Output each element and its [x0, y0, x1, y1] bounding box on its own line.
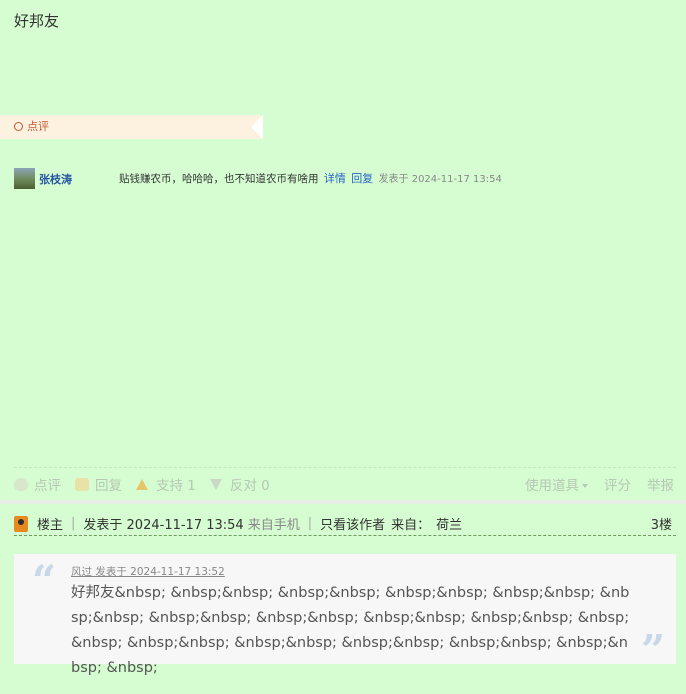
circle-icon [14, 122, 23, 131]
comment-section-title: 点评 [27, 120, 49, 133]
detail-link[interactable]: 详情 [324, 172, 346, 185]
origin-label: 来自： [391, 518, 431, 533]
divider [14, 467, 676, 468]
separator-pipe: | [307, 516, 313, 531]
comment-icon [14, 477, 28, 491]
comment-entry: 贴钱赚农币，哈哈哈，也不知道农币有啥用 详情 回复 发表于 2024-11-17… [119, 170, 502, 186]
only-author-link[interactable]: 只看该作者 [320, 514, 385, 533]
origin-value: 荷兰 [436, 518, 463, 533]
rate-button[interactable]: 评分 [604, 474, 631, 494]
use-tools-button[interactable]: 使用道具 [525, 474, 588, 494]
thumb-down-icon [209, 478, 222, 490]
avatar[interactable] [14, 168, 35, 189]
reply-link[interactable]: 回复 [351, 172, 373, 185]
user-badge-icon [14, 515, 28, 532]
commenter: 张枝涛 [14, 168, 72, 189]
comment-body: 贴钱赚农币，哈哈哈，也不知道农币有啥用 [119, 173, 319, 185]
close-quote-icon: ” [641, 626, 666, 675]
oppose-button-label: 反对 0 [229, 478, 270, 494]
comment-section-label: 点评 [0, 115, 263, 139]
floor-number[interactable]: 3楼 [651, 514, 672, 533]
comment-timestamp: 发表于 2024-11-17 13:54 [378, 174, 502, 185]
oppose-button[interactable]: 反对 0 [209, 474, 270, 494]
post-content: 好邦友 [14, 12, 60, 30]
thumb-up-icon [136, 478, 148, 490]
reply-button-label: 回复 [95, 478, 122, 494]
open-quote-icon: “ [32, 556, 57, 605]
chevron-down-icon [582, 484, 588, 488]
comment-button[interactable]: 点评 [14, 474, 61, 494]
support-button-label: 支持 1 [156, 478, 196, 494]
post-action-bar: 点评 回复 支持 1 反对 0 使用道具 评分 举报 [14, 474, 674, 494]
report-button[interactable]: 举报 [647, 474, 674, 494]
commenter-name[interactable]: 张枝涛 [39, 171, 72, 187]
reply-button[interactable]: 回复 [75, 474, 122, 494]
support-button[interactable]: 支持 1 [136, 474, 196, 494]
comment-button-label: 点评 [34, 478, 61, 494]
floor-posted-time: 发表于 2024-11-17 13:54 [83, 518, 244, 533]
post-separator [0, 500, 686, 504]
floor-info-bar: 楼主 | 发表于 2024-11-17 13:54 来自手机 | 只看该作者 来… [14, 514, 672, 533]
floor-divider [14, 535, 676, 536]
quote-header[interactable]: 风过 发表于 2024-11-17 13:52 [71, 564, 225, 579]
use-tools-label: 使用道具 [525, 478, 579, 494]
action-bar-right: 使用道具 评分 举报 [525, 474, 674, 494]
quote-body: 好邦友&nbsp; &nbsp;&nbsp; &nbsp;&nbsp; &nbs… [71, 585, 630, 676]
separator-pipe: | [71, 516, 76, 531]
floor-role: 楼主 [37, 518, 64, 533]
from-mobile: 来自手机 [247, 518, 300, 533]
reply-icon [75, 477, 89, 491]
